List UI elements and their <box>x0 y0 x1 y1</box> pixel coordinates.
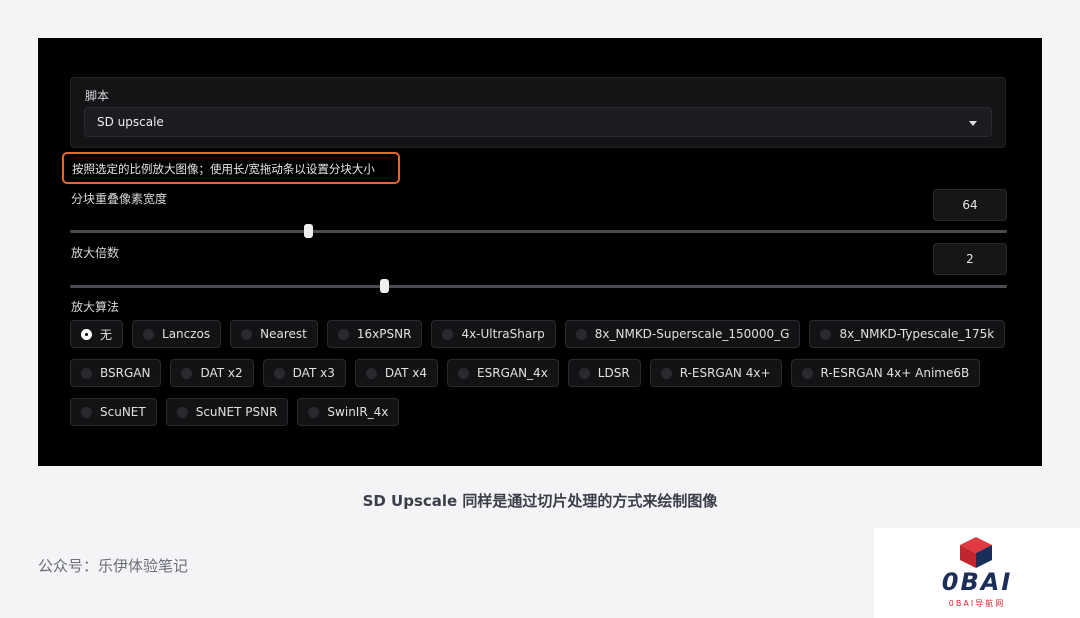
radio-circle-icon[interactable] <box>81 367 92 379</box>
radio-circle-icon[interactable] <box>820 328 832 340</box>
radio-circle-icon[interactable] <box>442 328 454 340</box>
upscaler-option[interactable]: Nearest <box>230 320 318 348</box>
webui-screenshot: 脚本 SD upscale 按照选定的比例放大图像；使用长/宽拖动条以设置分块大… <box>38 38 1042 466</box>
upscaler-label: 放大算法 <box>71 300 120 314</box>
upscaler-option-label: DAT x4 <box>384 366 428 380</box>
radio-circle-icon[interactable] <box>308 406 320 418</box>
radio-circle-icon[interactable] <box>801 367 813 379</box>
upscaler-option[interactable]: R-ESRGAN 4x+ Anime6B <box>790 359 981 387</box>
upscaler-option-label: 16xPSNR <box>356 327 412 341</box>
upscaler-option[interactable]: ScuNET PSNR <box>165 398 289 426</box>
upscaler-option[interactable]: 无 <box>70 320 124 348</box>
upscaler-option[interactable]: 16xPSNR <box>326 320 423 348</box>
caret-down-icon <box>969 121 977 126</box>
upscaler-option-label: 8x_NMKD-Superscale_150000_G <box>594 327 790 341</box>
upscaler-option-label: R-ESRGAN 4x+ <box>679 366 771 380</box>
image-caption: SD Upscale 同样是通过切片处理的方式来绘制图像 <box>362 492 718 510</box>
upscaler-option-label: SwinIR_4x <box>327 405 389 419</box>
radio-circle-icon[interactable] <box>458 367 470 379</box>
upscaler-row-2: BSRGAN DAT x2 DAT x3 DAT x4 ESRGAN_4x LDSR R-E… <box>70 359 981 387</box>
script-panel: 脚本 SD upscale <box>70 77 1006 148</box>
upscaler-option[interactable]: BSRGAN <box>70 359 162 387</box>
upscaler-row-1: 无 Lanczos Nearest 16xPSNR 4x-UltraSharp 8x_NM… <box>70 320 1006 348</box>
upscaler-option-label: 无 <box>100 327 113 342</box>
upscaler-option-label: ESRGAN_4x <box>477 366 548 380</box>
upscaler-option[interactable]: 8x_NMKD-Superscale_150000_G <box>564 320 801 348</box>
upscaler-option-label: 8x_NMKD-Typescale_175k <box>839 327 995 341</box>
tile-overlap-slider[interactable] <box>70 224 1007 238</box>
scale-factor-slider-handle[interactable] <box>379 279 389 293</box>
cube-logo-icon <box>960 537 992 568</box>
upscaler-option[interactable]: ScuNET <box>70 398 157 426</box>
script-dropdown-value: SD upscale <box>97 115 164 129</box>
upscaler-option-label: DAT x3 <box>292 366 335 380</box>
upscaler-option-label: Nearest <box>260 327 307 341</box>
upscaler-option[interactable]: Lanczos <box>132 320 222 348</box>
radio-circle-icon[interactable] <box>241 328 253 340</box>
footer-credit: 公众号：乐伊体验笔记 <box>38 557 189 575</box>
tile-overlap-label: 分块重叠像素宽度 <box>71 192 168 206</box>
radio-circle-icon[interactable] <box>273 367 285 379</box>
radio-circle-icon[interactable] <box>365 367 377 379</box>
radio-circle-icon[interactable] <box>337 328 349 340</box>
upscaler-option-label: Lanczos <box>162 327 211 341</box>
upscaler-option[interactable]: R-ESRGAN 4x+ <box>649 359 782 387</box>
upscaler-option-label: DAT x2 <box>200 366 243 380</box>
scale-factor-label: 放大倍数 <box>71 246 120 260</box>
radio-circle-icon[interactable] <box>176 406 188 418</box>
radio-circle-icon[interactable] <box>81 328 92 340</box>
watermark-title: 0BAI <box>941 568 1013 596</box>
upscaler-option[interactable]: DAT x4 <box>354 359 439 387</box>
upscaler-option-label: ScuNET <box>100 405 146 419</box>
watermark-subtitle: 0BAI导航网 <box>948 599 1006 608</box>
script-dropdown[interactable]: SD upscale <box>84 107 992 137</box>
upscaler-option[interactable]: 8x_NMKD-Typescale_175k <box>809 320 1006 348</box>
tile-overlap-input[interactable]: 64 <box>933 189 1007 221</box>
radio-circle-icon[interactable] <box>181 367 193 379</box>
upscaler-option[interactable]: DAT x2 <box>170 359 254 387</box>
upscaler-option[interactable]: 4x-UltraSharp <box>431 320 556 348</box>
upscaler-option-label: LDSR <box>597 366 630 380</box>
radio-circle-icon[interactable] <box>660 367 672 379</box>
radio-circle-icon[interactable] <box>143 328 155 340</box>
script-label: 脚本 <box>85 89 110 103</box>
upscaler-option-label: BSRGAN <box>100 366 151 380</box>
radio-circle-icon[interactable] <box>81 406 92 418</box>
upscaler-option[interactable]: DAT x3 <box>262 359 346 387</box>
upscaler-option-label: R-ESRGAN 4x+ Anime6B <box>820 366 970 380</box>
upscaler-row-3: ScuNET ScuNET PSNR SwinIR_4x <box>70 398 400 426</box>
radio-circle-icon[interactable] <box>578 367 590 379</box>
upscaler-option-label: 4x-UltraSharp <box>461 327 545 341</box>
scale-factor-slider[interactable] <box>70 279 1007 293</box>
tile-overlap-slider-handle[interactable] <box>303 224 313 238</box>
radio-circle-icon[interactable] <box>575 328 587 340</box>
scale-factor-input[interactable]: 2 <box>933 243 1007 275</box>
upscaler-option[interactable]: ESRGAN_4x <box>447 359 559 387</box>
upscaler-option-label: ScuNET PSNR <box>195 405 278 419</box>
description-text: 按照选定的比例放大图像；使用长/宽拖动条以设置分块大小 <box>72 162 375 176</box>
description-highlight: 按照选定的比例放大图像；使用长/宽拖动条以设置分块大小 <box>62 152 400 184</box>
upscaler-option[interactable]: SwinIR_4x <box>297 398 400 426</box>
upscaler-option[interactable]: LDSR <box>567 359 641 387</box>
watermark-logo: 0BAI 0BAI导航网 <box>874 528 1080 618</box>
